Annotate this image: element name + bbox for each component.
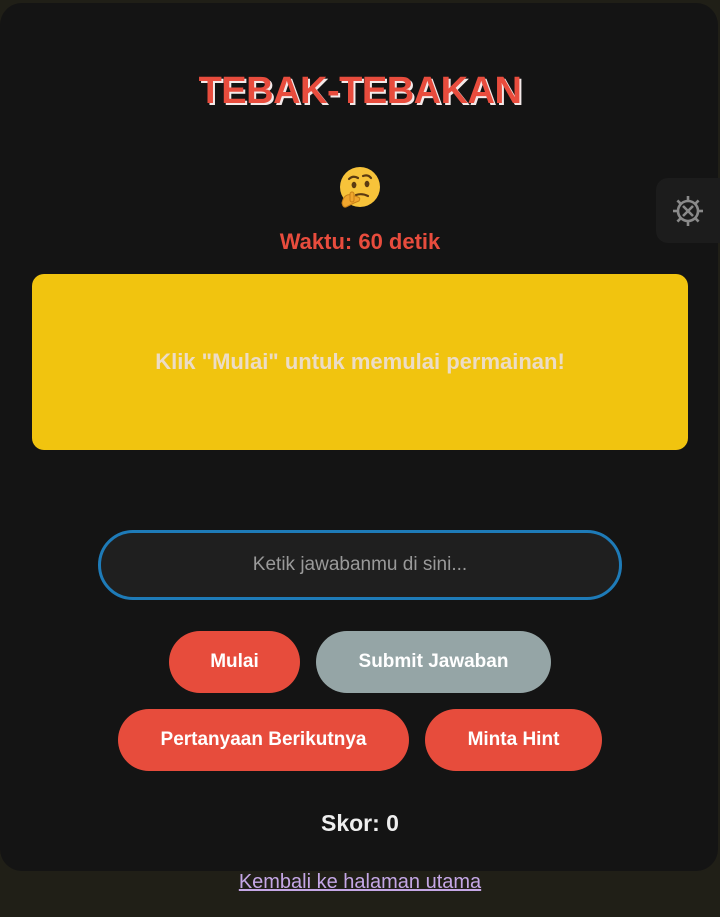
thinking-face-icon [340,167,380,208]
settings-button[interactable] [656,178,720,243]
question-text: Klik "Mulai" untuk memulai permainan! [155,349,565,374]
start-button[interactable]: Mulai [169,631,300,693]
back-home-link[interactable]: Kembali ke halaman utama [0,871,720,894]
score-display: Skor: 0 [321,810,399,836]
page: TEBAK-TEBAKAN Waktu: 60 detik Klik "Mula… [0,0,720,917]
game-title: TEBAK-TEBAKAN [198,70,522,112]
timer-display: Waktu: 60 detik [279,229,441,254]
question-box: Klik "Mulai" untuk memulai permainan! [32,274,688,450]
submit-answer-button[interactable]: Submit Jawaban [316,631,551,693]
settings-gear-icon [673,195,703,226]
answer-input[interactable] [98,530,622,600]
next-question-button[interactable]: Pertanyaan Berikutnya [118,709,409,771]
hint-button[interactable]: Minta Hint [425,709,602,771]
